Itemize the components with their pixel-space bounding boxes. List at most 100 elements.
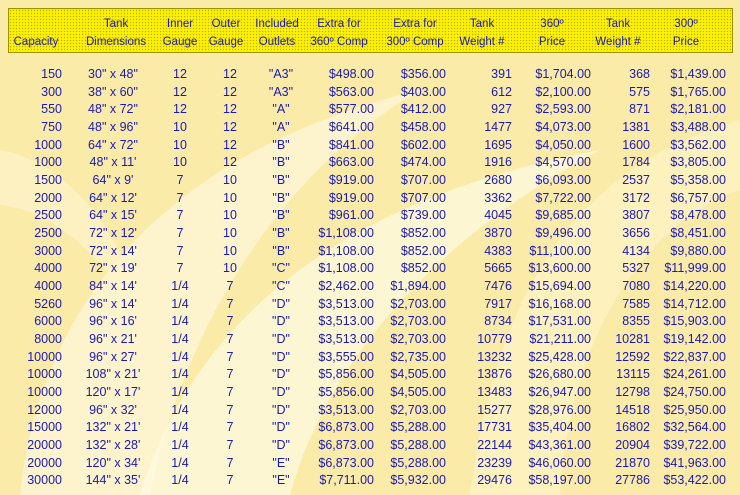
cell-dimensions: 96" x 27' bbox=[89, 349, 137, 364]
cell-extra-360: $3,513.00 bbox=[318, 296, 374, 311]
table-row: 1500 64" x 9' 7 10 "B" $919.00 $707.00 2680 $6,0… bbox=[0, 172, 740, 190]
cell-outlets: "B" bbox=[272, 226, 290, 241]
cell-price-360: $2,593.00 bbox=[535, 102, 591, 117]
cell-weight-300: 27786 bbox=[615, 473, 650, 488]
header-outer-gauge-line: Outer bbox=[211, 18, 241, 30]
cell-outer-gauge: 7 bbox=[226, 385, 234, 400]
cell-price-360: $15,694.00 bbox=[528, 279, 591, 294]
cell-extra-300: $852.00 bbox=[400, 243, 446, 258]
cell-price-300: $3,805.00 bbox=[670, 155, 726, 170]
cell-dimensions: 64" x 9' bbox=[92, 173, 134, 188]
cell-weight-360: 4383 bbox=[484, 243, 512, 258]
cell-inner-gauge: 7 bbox=[176, 190, 184, 205]
table-row: 4000 72" x 19' 7 10 "C" $1,108.00 $852.00 5665 $… bbox=[0, 260, 740, 278]
cell-dimensions: 72" x 14' bbox=[89, 243, 137, 258]
cell-outer-gauge: 7 bbox=[226, 367, 234, 382]
cell-dimensions: 48" x 11' bbox=[89, 155, 137, 170]
cell-capacity: 8000 bbox=[34, 332, 62, 347]
cell-price-300: $8,478.00 bbox=[670, 208, 726, 223]
cell-extra-300: $852.00 bbox=[400, 261, 446, 276]
cell-price-360: $13,600.00 bbox=[528, 261, 591, 276]
cell-weight-300: 1600 bbox=[622, 137, 650, 152]
cell-outer-gauge: 12 bbox=[223, 137, 237, 152]
header-dimensions: Tank Dimensions bbox=[71, 15, 161, 51]
cell-weight-360: 13483 bbox=[477, 385, 512, 400]
header-price-300-line: 300º bbox=[674, 18, 698, 30]
cell-capacity: 3000 bbox=[34, 243, 62, 258]
cell-price-300: $3,562.00 bbox=[670, 137, 726, 152]
cell-capacity: 150 bbox=[41, 67, 62, 81]
cell-weight-360: 17731 bbox=[477, 420, 512, 435]
cell-outer-gauge: 7 bbox=[226, 438, 234, 453]
header-dimensions-line: Tank bbox=[103, 18, 129, 30]
cell-extra-300: $2,703.00 bbox=[390, 314, 446, 329]
cell-weight-360: 29476 bbox=[477, 473, 512, 488]
cell-extra-360: $919.00 bbox=[328, 173, 374, 188]
table-row: 750 48" x 96" 10 12 "A" $641.00 $458.00 1477 $4,… bbox=[0, 119, 740, 137]
cell-extra-360: $6,873.00 bbox=[318, 438, 374, 453]
cell-extra-300: $2,703.00 bbox=[390, 402, 446, 417]
cell-outlets: "E" bbox=[272, 473, 290, 488]
cell-inner-gauge: 12 bbox=[173, 84, 187, 99]
cell-extra-300: $739.00 bbox=[400, 208, 446, 223]
cell-price-360: $35,404.00 bbox=[528, 420, 591, 435]
header-weight-360: Tank Weight # bbox=[451, 15, 513, 51]
cell-weight-360: 23239 bbox=[477, 455, 512, 470]
cell-outer-gauge: 7 bbox=[226, 349, 234, 364]
header-extra-300-line: Extra for bbox=[393, 18, 437, 30]
cell-outlets: "C" bbox=[272, 279, 290, 294]
cell-extra-300: $5,288.00 bbox=[390, 438, 446, 453]
cell-capacity: 1000 bbox=[34, 137, 62, 152]
cell-outlets: "D" bbox=[272, 296, 290, 311]
table-header: Capacity Tank Dimensions Inner Gauge Outer Gau… bbox=[8, 8, 733, 53]
cell-weight-300: 16802 bbox=[615, 420, 650, 435]
cell-outer-gauge: 7 bbox=[226, 296, 234, 311]
cell-inner-gauge: 1/4 bbox=[171, 473, 189, 488]
cell-capacity: 15000 bbox=[27, 420, 62, 435]
cell-price-360: $58,197.00 bbox=[528, 473, 591, 488]
cell-price-300: $14,712.00 bbox=[663, 296, 726, 311]
cell-weight-360: 1477 bbox=[484, 120, 512, 134]
cell-outlets: "B" bbox=[272, 243, 290, 258]
header-weight-300-line: Tank bbox=[605, 18, 631, 30]
table-row: 20000 132" x 28' 1/4 7 "D" $6,873.00 $5,288.00… bbox=[0, 437, 740, 455]
header-extra-360-line: 360º Comp bbox=[310, 36, 368, 48]
cell-inner-gauge: 1/4 bbox=[171, 314, 189, 329]
cell-price-360: $43,361.00 bbox=[528, 438, 591, 453]
cell-price-300: $1,439.00 bbox=[670, 67, 726, 81]
header-price-300: 300º Price bbox=[651, 15, 721, 51]
cell-price-360: $46,060.00 bbox=[528, 455, 591, 470]
header-capacity-line: Capacity bbox=[13, 36, 59, 48]
cell-price-360: $4,073.00 bbox=[535, 120, 591, 134]
cell-outlets: "B" bbox=[272, 155, 290, 170]
cell-inner-gauge: 10 bbox=[173, 137, 187, 152]
cell-weight-300: 10281 bbox=[615, 332, 650, 347]
header-weight-360-line: Weight # bbox=[459, 36, 505, 48]
cell-price-300: $22,837.00 bbox=[663, 349, 726, 364]
cell-dimensions: 30" x 48" bbox=[88, 67, 138, 81]
cell-capacity: 2500 bbox=[34, 226, 62, 241]
cell-outer-gauge: 7 bbox=[226, 420, 234, 435]
cell-price-360: $7,722.00 bbox=[535, 190, 591, 205]
cell-weight-300: 575 bbox=[629, 84, 650, 99]
cell-capacity: 300 bbox=[41, 84, 62, 99]
cell-extra-360: $563.00 bbox=[328, 84, 374, 99]
cell-dimensions: 96" x 16' bbox=[89, 314, 137, 329]
cell-capacity: 4000 bbox=[34, 279, 62, 294]
cell-weight-300: 4134 bbox=[622, 243, 650, 258]
cell-inner-gauge: 12 bbox=[173, 102, 187, 117]
cell-weight-360: 612 bbox=[491, 84, 512, 99]
table-row: 12000 96" x 32' 1/4 7 "D" $3,513.00 $2,703.00 1… bbox=[0, 402, 740, 420]
cell-extra-300: $1,894.00 bbox=[390, 279, 446, 294]
cell-inner-gauge: 1/4 bbox=[171, 438, 189, 453]
cell-weight-360: 10779 bbox=[477, 332, 512, 347]
cell-outlets: "B" bbox=[272, 208, 290, 223]
cell-dimensions: 120" x 17' bbox=[85, 385, 141, 400]
cell-extra-300: $2,703.00 bbox=[390, 332, 446, 347]
cell-outer-gauge: 7 bbox=[226, 455, 234, 470]
cell-extra-360: $3,555.00 bbox=[318, 349, 374, 364]
header-weight-300: Tank Weight # bbox=[589, 15, 647, 51]
cell-capacity: 2000 bbox=[34, 190, 62, 205]
cell-inner-gauge: 1/4 bbox=[171, 332, 189, 347]
cell-outer-gauge: 12 bbox=[223, 120, 237, 134]
